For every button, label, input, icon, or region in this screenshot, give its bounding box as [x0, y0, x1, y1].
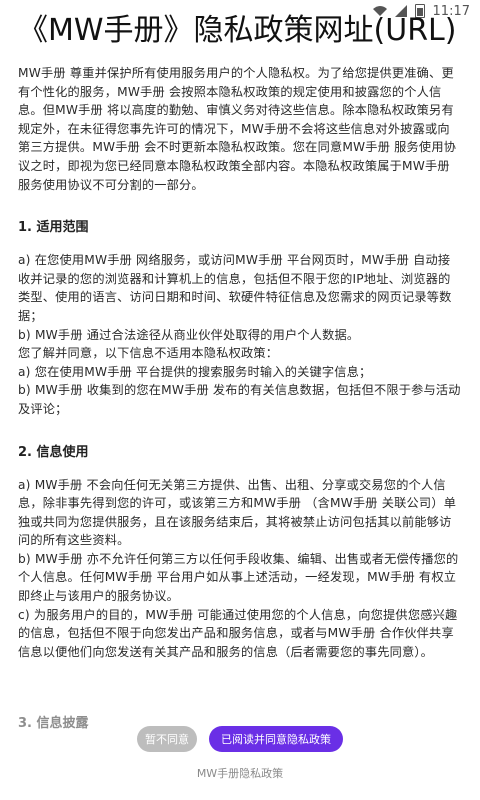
section-1-item-a: a) 在您使用MW手册 网络服务，或访问MW手册 平台网页时，MW手册 自动接收… — [18, 253, 452, 323]
footer-caption: MW手册隐私政策 — [196, 767, 284, 780]
section-2-title: 2. 信息使用 — [18, 444, 89, 460]
policy-content[interactable]: 《MW手册》隐私政策网址(URL) MW手册 尊重并保护所有使用服务用户的个人隐… — [0, 12, 480, 800]
section-2-item-b: b) MW手册 亦不允许任何第三方以任何手段收集、编辑、出售或者无偿传播您的个人… — [18, 551, 459, 604]
section-2-item-a: a) MW手册 不会向任何无关第三方提供、出售、出租、分享或交易您的个人信息，除… — [18, 477, 457, 548]
agree-button[interactable]: 已阅读并同意隐私政策 — [209, 726, 343, 752]
disagree-button[interactable]: 暂不同意 — [137, 726, 197, 752]
intro-paragraph: MW手册 尊重并保护所有使用服务用户的个人隐私权。为了给您提供更准确、更有个性化… — [18, 66, 457, 192]
section-1-exclusion-a: a) 您在使用MW手册 平台提供的搜索服务时输入的关键字信息； — [18, 364, 372, 379]
page-title: 《MW手册》隐私政策网址(URL) — [18, 13, 457, 48]
section-1-title: 1. 适用范围 — [18, 220, 89, 236]
section-2-item-c: c) 为服务用户的目的，MW手册 可能通过使用您的个人信息，向您提供您感兴趣的信… — [18, 607, 458, 659]
section-1-note: 您了解并同意，以下信息不适用本隐私权政策： — [18, 346, 279, 361]
section-1-item-b: b) MW手册 通过合法途径从商业伙伴处取得的用户个人数据。 — [18, 327, 360, 342]
section-1-exclusion-b: b) MW手册 收集到的您在MW手册 发布的有关信息数据，包括但不限于参与活动及… — [18, 383, 461, 416]
action-bar: 暂不同意 已阅读并同意隐私政策 — [0, 726, 480, 752]
